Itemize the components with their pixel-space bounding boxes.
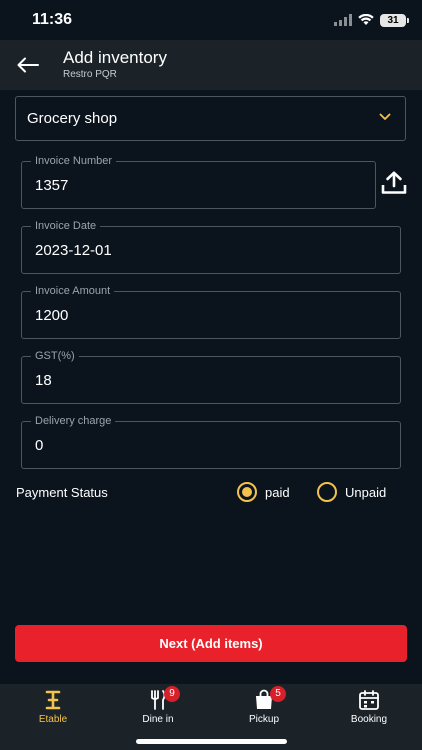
app-header: Add inventory Restro PQR <box>0 40 422 90</box>
nav-item-pickup[interactable]: 5 Pickup <box>224 686 304 730</box>
upload-icon <box>381 171 407 194</box>
nav-label-pickup: Pickup <box>248 714 279 725</box>
invoice-number-input[interactable]: 1357 <box>35 177 353 194</box>
invoice-date-field[interactable]: Invoice Date 2023-12-01 <box>21 219 401 274</box>
delivery-charge-input[interactable]: 0 <box>35 437 375 454</box>
back-button[interactable] <box>14 52 42 78</box>
payment-paid-radio[interactable]: paid <box>237 482 290 502</box>
calendar-icon <box>359 690 379 710</box>
nav-item-etable[interactable]: Etable <box>13 686 93 730</box>
delivery-charge-label: Delivery charge <box>31 414 116 428</box>
payment-unpaid-label: Unpaid <box>345 484 387 500</box>
status-bar: 11:36 31 <box>0 0 422 40</box>
page-subtitle: Restro PQR <box>63 69 117 80</box>
status-icons: 31 <box>334 12 409 28</box>
wifi-icon <box>358 14 374 25</box>
etable-logo-icon <box>45 690 61 710</box>
radio-checked-icon <box>237 482 257 502</box>
delivery-charge-field[interactable]: Delivery charge 0 <box>21 414 401 469</box>
invoice-date-label: Invoice Date <box>31 219 101 233</box>
gst-input[interactable]: 18 <box>35 372 375 389</box>
dine-in-badge: 9 <box>164 686 180 702</box>
invoice-amount-field[interactable]: Invoice Amount 1200 <box>21 284 401 339</box>
page-title: Add inventory <box>63 48 167 67</box>
invoice-number-label: Invoice Number <box>31 154 117 168</box>
invoice-number-field[interactable]: Invoice Number 1357 <box>21 154 376 209</box>
shop-dropdown[interactable]: Grocery shop <box>15 96 406 141</box>
invoice-date-input[interactable]: 2023-12-01 <box>35 242 375 259</box>
chevron-down-icon <box>379 113 391 120</box>
upload-invoice-button[interactable] <box>381 171 407 195</box>
shop-dropdown-value: Grocery shop <box>27 110 118 127</box>
next-add-items-button[interactable]: Next (Add items) <box>15 625 407 662</box>
payment-status-label: Payment Status <box>16 485 108 500</box>
invoice-amount-input[interactable]: 1200 <box>35 307 375 324</box>
radio-unchecked-icon <box>317 482 337 502</box>
home-indicator <box>136 739 287 744</box>
nav-item-dine-in[interactable]: 9 Dine in <box>118 686 198 730</box>
nav-label-dine-in: Dine in <box>142 714 174 725</box>
nav-label-etable: Etable <box>38 714 68 725</box>
payment-unpaid-radio[interactable]: Unpaid <box>317 482 386 502</box>
nav-label-booking: Booking <box>350 714 388 725</box>
gst-field[interactable]: GST(%) 18 <box>21 349 401 404</box>
battery-indicator: 31 <box>380 13 409 27</box>
invoice-amount-label: Invoice Amount <box>31 284 115 298</box>
cellular-signal-icon <box>334 14 352 26</box>
back-arrow-icon <box>17 57 39 73</box>
gst-label: GST(%) <box>31 349 79 363</box>
nav-item-booking[interactable]: Booking <box>329 686 409 730</box>
status-time: 11:36 <box>32 11 73 28</box>
payment-paid-label: paid <box>265 484 290 500</box>
pickup-badge: 5 <box>270 686 286 702</box>
